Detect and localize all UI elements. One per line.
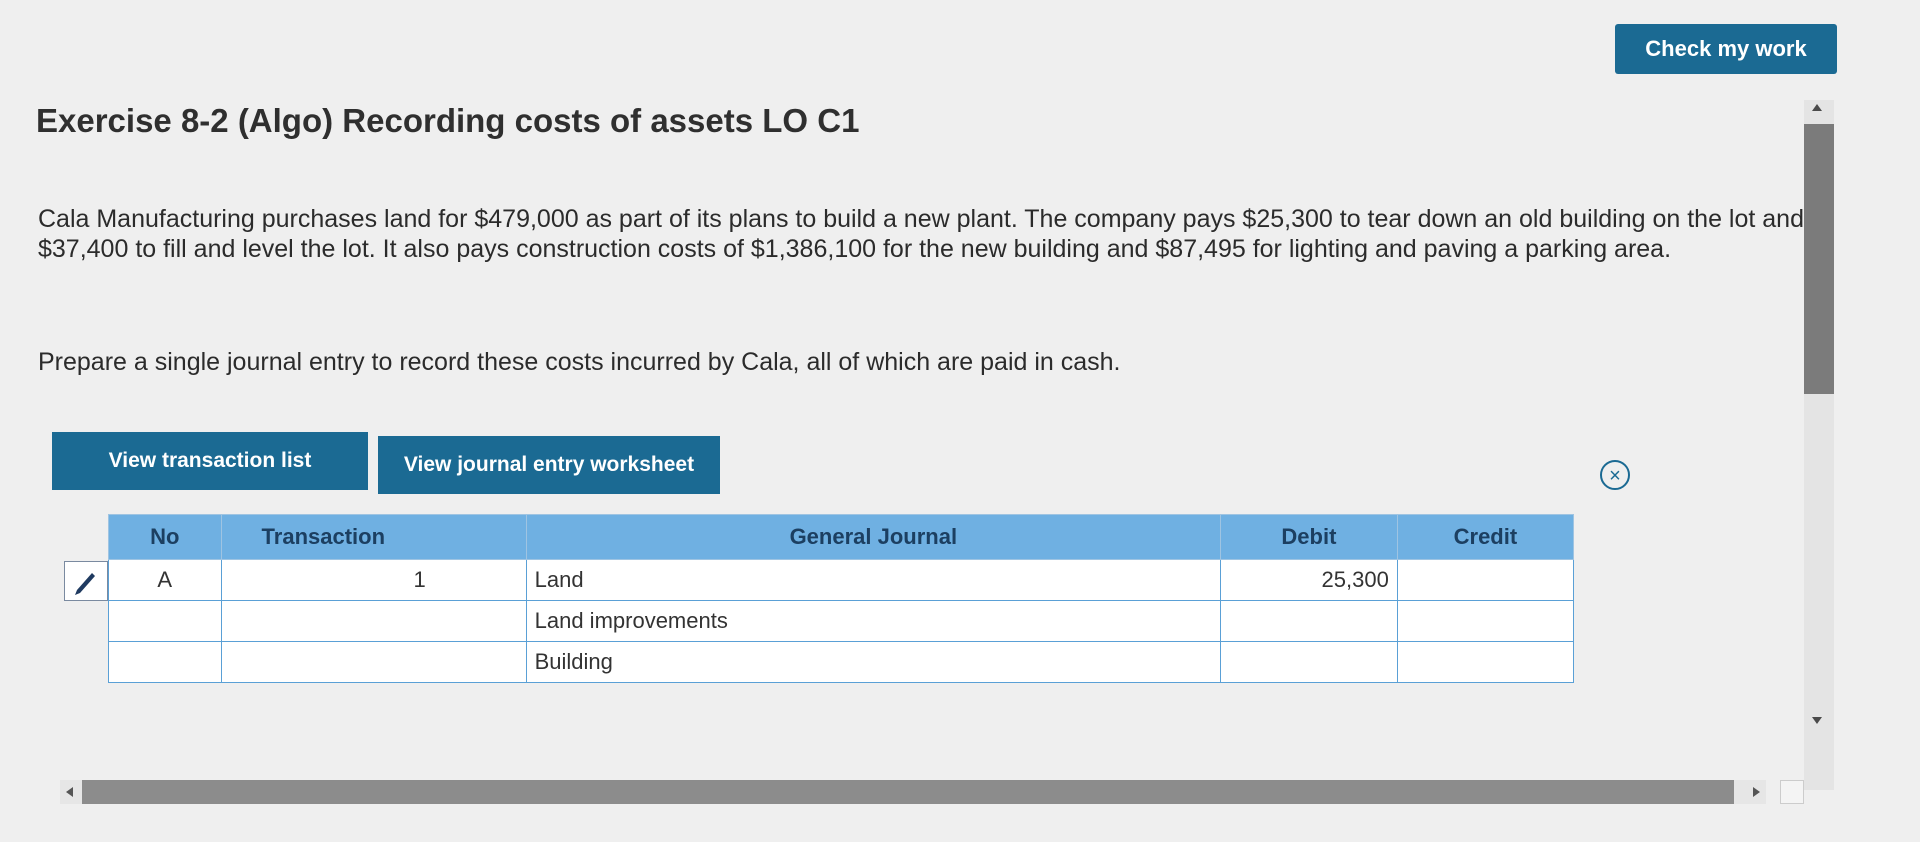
horizontal-scrollbar[interactable] xyxy=(60,780,1766,804)
vertical-scrollbar[interactable] xyxy=(1804,100,1834,790)
row-credit[interactable] xyxy=(1396,641,1575,683)
scrollbar-corner xyxy=(1780,780,1804,804)
header-transaction: Transaction xyxy=(220,514,527,560)
scroll-right-arrow-icon[interactable] xyxy=(1753,787,1760,797)
journal-table: No Transaction General Journal Debit Cre… xyxy=(108,514,1575,683)
check-my-work-button[interactable]: Check my work xyxy=(1615,24,1837,74)
header-debit: Debit xyxy=(1220,514,1398,560)
row-transaction xyxy=(220,600,527,642)
row-account[interactable]: Land xyxy=(525,559,1222,601)
scroll-down-arrow-icon[interactable] xyxy=(1812,717,1822,724)
problem-text: Cala Manufacturing purchases land for $4… xyxy=(38,205,1804,263)
row-account[interactable]: Land improvements xyxy=(525,600,1222,642)
table-header-row: No Transaction General Journal Debit Cre… xyxy=(108,514,1575,560)
row-credit[interactable] xyxy=(1396,600,1575,642)
scroll-left-arrow-icon[interactable] xyxy=(66,787,73,797)
row-debit[interactable]: 25,300 xyxy=(1220,559,1398,601)
row-transaction: 1 xyxy=(220,559,527,601)
horizontal-scroll-thumb[interactable] xyxy=(82,780,1734,804)
row-no xyxy=(108,600,222,642)
page-title: Exercise 8-2 (Algo) Recording costs of a… xyxy=(36,102,860,139)
edit-entry-button[interactable] xyxy=(64,561,108,601)
header-no: No xyxy=(108,514,222,560)
row-transaction xyxy=(220,641,527,683)
header-credit: Credit xyxy=(1396,514,1575,560)
header-general-journal: General Journal xyxy=(525,514,1222,560)
row-account[interactable]: Building xyxy=(525,641,1222,683)
row-credit[interactable] xyxy=(1396,559,1575,601)
view-transaction-list-button[interactable]: View transaction list xyxy=(52,432,368,490)
view-journal-entry-worksheet-button[interactable]: View journal entry worksheet xyxy=(378,436,720,494)
vertical-scroll-thumb[interactable] xyxy=(1804,124,1834,394)
row-no xyxy=(108,641,222,683)
table-row: Building xyxy=(108,641,1575,683)
row-debit[interactable] xyxy=(1220,600,1398,642)
pencil-icon xyxy=(75,573,95,595)
instruction-text: Prepare a single journal entry to record… xyxy=(38,348,1121,376)
table-row: A 1 Land 25,300 xyxy=(108,559,1575,601)
row-no: A xyxy=(108,559,222,601)
table-row: Land improvements xyxy=(108,600,1575,642)
row-debit[interactable] xyxy=(1220,641,1398,683)
scroll-up-arrow-icon[interactable] xyxy=(1812,104,1822,111)
close-icon[interactable]: × xyxy=(1600,460,1630,490)
